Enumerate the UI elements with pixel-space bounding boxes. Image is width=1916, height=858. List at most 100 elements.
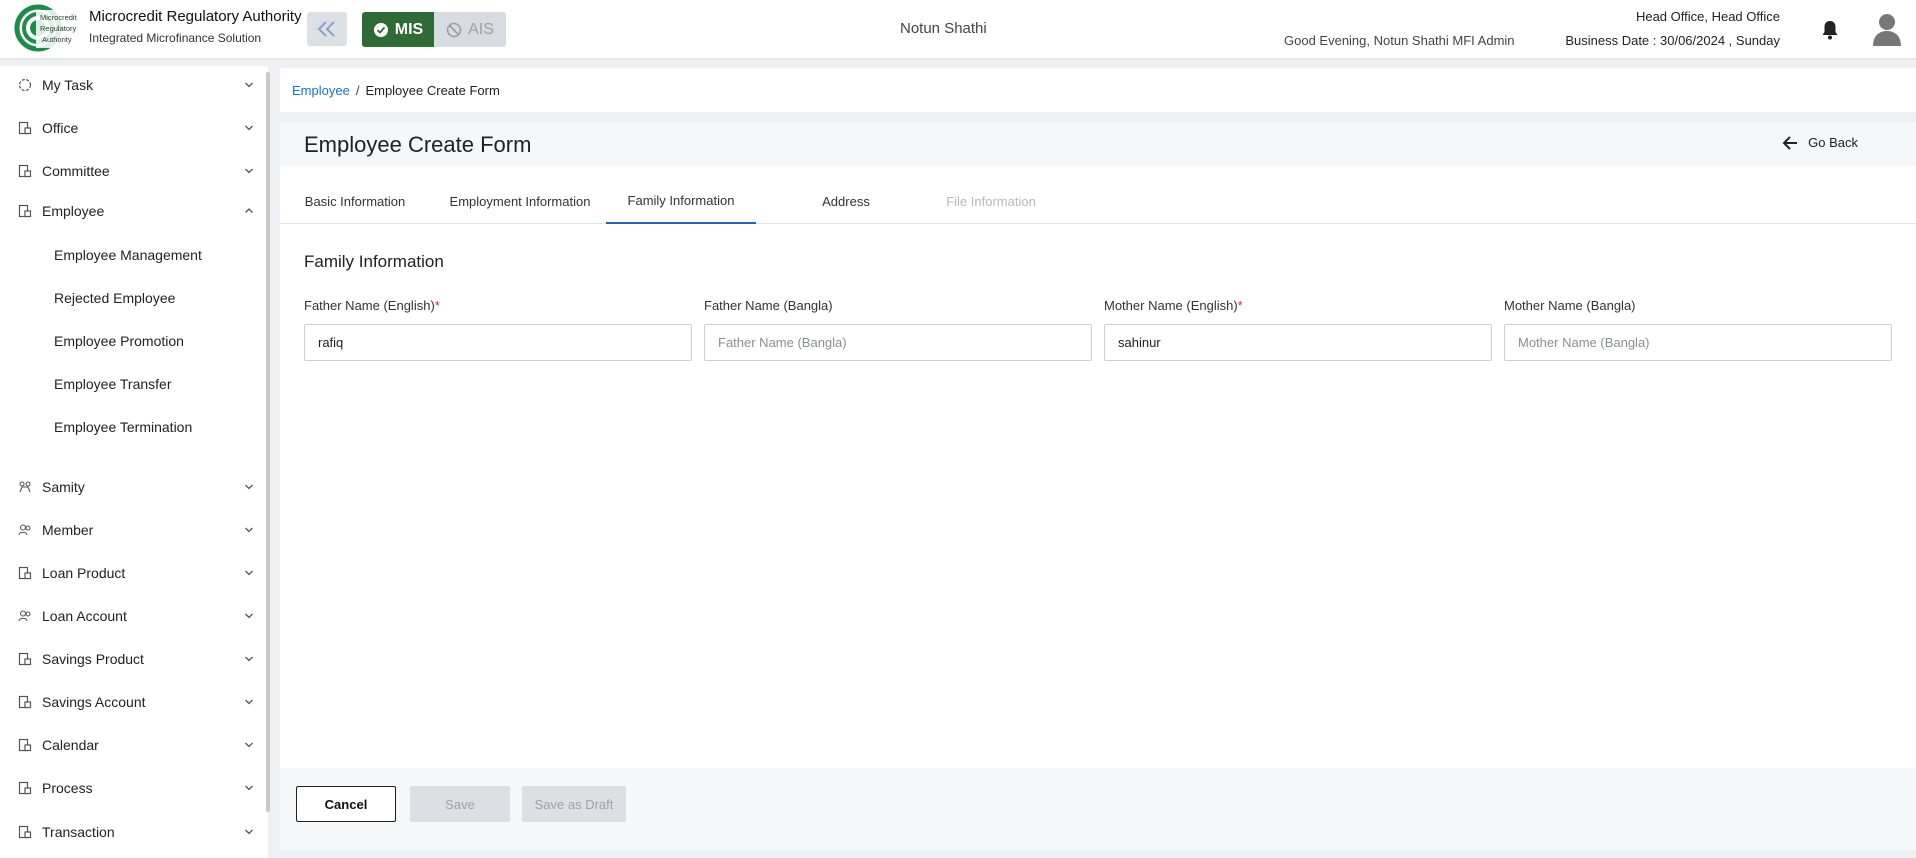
sidebar-subitem-employee-management[interactable]: Employee Management [54,247,202,263]
sidebar-item-savings-account[interactable]: Savings Account [0,687,262,717]
sidebar-item-calendar[interactable]: Calendar [0,730,262,760]
section-title: Family Information [304,252,444,271]
field-label-wrap: Mother Name (Bangla) [1504,298,1892,316]
page-title: Employee Create Form [304,132,532,157]
process-icon [18,781,32,795]
sidebar-subitem-employee-termination[interactable]: Employee Termination [54,419,192,435]
field-label-wrap: Father Name (English)* [304,298,692,316]
sidebar-item-committee[interactable]: Committee [0,156,262,186]
mis-mode-button[interactable]: MIS [362,12,434,47]
sidebar-subitem-employee-transfer[interactable]: Employee Transfer [54,376,172,392]
mother-name-bangla-field: Mother Name (Bangla) [1504,298,1892,361]
tab-employment-information[interactable]: Employment Information [430,178,610,224]
sidebar-item-label: Process [42,780,93,796]
father-name-english-field: Father Name (English)* [304,298,692,361]
double-chevron-left-icon [317,21,335,37]
bell-icon[interactable] [1821,20,1839,40]
loan-account-icon [18,610,31,622]
breadcrumb-link-employee[interactable]: Employee [292,83,350,98]
save-button: Save [410,786,510,822]
savings-product-icon [18,652,32,666]
ban-icon [446,22,462,37]
office-icon [18,121,32,135]
sidebar-item-member[interactable]: Member [0,515,262,545]
go-back-button[interactable]: Go Back [1782,135,1858,150]
chevron-up-icon [245,208,253,213]
sidebar-collapse-button[interactable] [307,12,347,46]
arrow-left-icon [1782,135,1798,150]
required-asterisk: * [434,298,440,313]
field-label: Father Name (English) [304,298,435,313]
mra-logo-icon: Microcredit Regulatory Authority [14,4,82,52]
required-asterisk: * [1237,298,1243,313]
breadcrumb-current: Employee Create Form [365,82,500,98]
calendar-icon [18,738,32,752]
chevron-down-icon [245,785,253,791]
sidebar-scrollbar[interactable] [266,72,270,812]
sidebar-item-loan-product[interactable]: Loan Product [0,558,262,588]
cancel-button[interactable]: Cancel [296,786,396,822]
sidebar-item-office[interactable]: Office [0,113,262,143]
app-title: Microcredit Regulatory Authority [89,8,302,25]
mis-label: MIS [394,20,424,38]
save-as-draft-button: Save as Draft [522,786,626,822]
samity-icon [19,481,31,493]
check-circle-icon [373,22,388,37]
mother-name-english-field: Mother Name (English)* [1104,298,1492,361]
sidebar-item-transaction[interactable]: Transaction [0,817,262,847]
chevron-down-icon [245,570,253,576]
sidebar-item-savings-product[interactable]: Savings Product [0,644,262,674]
task-icon [18,78,32,92]
breadcrumb: Employee / Employee Create Form [280,68,1916,112]
app-branding: Microcredit Regulatory Authority Integra… [89,8,302,45]
sidebar-item-employee[interactable]: Employee [0,196,262,226]
mother-name-bangla-input[interactable] [1504,324,1892,361]
chevron-down-icon [245,613,253,619]
father-name-bangla-input[interactable] [704,324,1092,361]
app-subtitle: Integrated Microfinance Solution [89,31,262,45]
sidebar-item-label: Member [42,522,94,538]
tab-address[interactable]: Address [786,178,906,224]
form-tabs: Basic Information Employment Information… [280,178,1916,224]
tab-file-information: File Information [946,193,1036,209]
logo-line-1: Microcredit [40,13,78,22]
chevron-down-icon [245,742,253,748]
logo-line-2: Regulatory [40,24,77,33]
greeting-text: Good Evening, Notun Shathi MFI Admin [1284,33,1515,48]
ais-label: AIS [468,20,494,38]
chevron-down-icon [245,484,253,490]
tab-family-information[interactable]: Family Information [606,178,756,224]
sidebar-item-samity[interactable]: Samity [0,472,262,502]
sidebar-subitem-employee-promotion[interactable]: Employee Promotion [54,333,184,349]
sidebar-item-label: Committee [42,163,110,179]
sidebar-subitem-rejected-employee[interactable]: Rejected Employee [54,290,175,306]
member-icon [18,524,31,536]
savings-account-icon [18,695,32,709]
sidebar-item-loan-account[interactable]: Loan Account [0,601,262,631]
sidebar-item-label: Savings Product [42,651,144,667]
father-name-english-input[interactable] [304,324,692,361]
chevron-down-icon [245,829,253,835]
sidebar-item-my-task[interactable]: My Task [0,70,262,100]
sidebar: My Task Office Committee Employee Employ… [0,66,268,858]
chevron-down-icon [245,656,253,662]
sidebar-item-process[interactable]: Process [0,773,262,803]
chevron-down-icon [245,82,253,88]
breadcrumb-separator: / [355,82,360,98]
mother-name-english-input[interactable] [1104,324,1492,361]
org-name: Notun Shathi [900,20,987,37]
sidebar-item-label: Transaction [42,824,115,840]
sidebar-item-label: Employee [42,203,105,219]
tab-basic-information[interactable]: Basic Information [290,178,420,224]
loan-product-icon [18,566,32,580]
ais-mode-button[interactable]: AIS [434,12,506,47]
sidebar-item-label: My Task [42,77,94,93]
top-header: Microcredit Regulatory Authority Microcr… [0,0,1916,58]
mode-toggle: MIS AIS [362,12,506,47]
panel-header: Employee Create Form Go Back [280,122,1916,166]
chevron-down-icon [245,168,253,174]
form-actions: Cancel Save Save as Draft [280,768,1916,850]
user-avatar-icon[interactable] [1872,12,1902,46]
committee-icon [18,164,32,178]
employee-form-panel: Employee Create Form Go Back Basic Infor… [280,122,1916,850]
